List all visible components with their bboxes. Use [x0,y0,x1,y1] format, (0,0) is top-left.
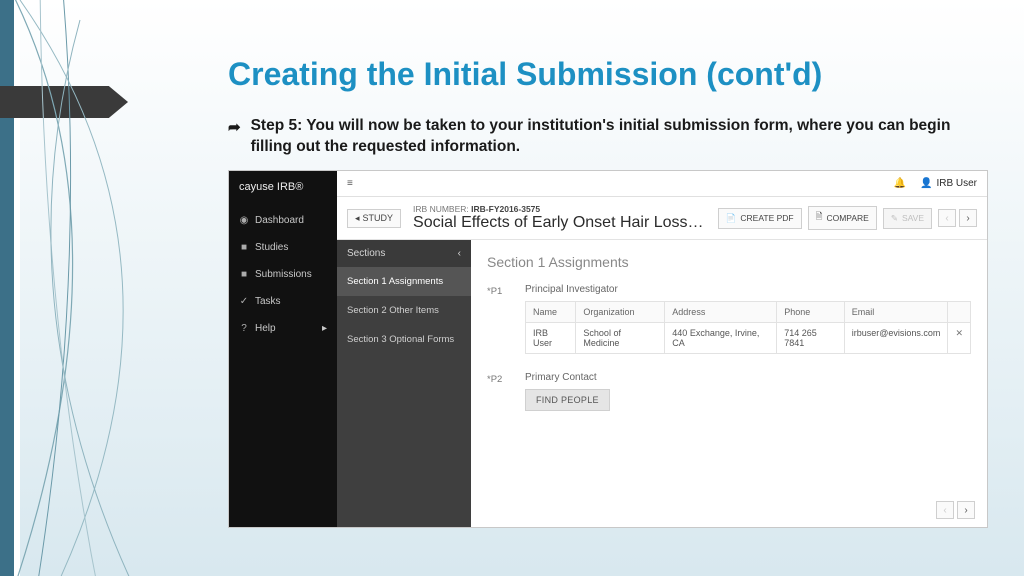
file-icon: 📄 [726,213,737,224]
form-area: Section 1 Assignments *P1 Principal Inve… [471,240,987,527]
col-org: Organization [576,302,665,323]
col-name: Name [526,302,576,323]
create-pdf-label: CREATE PDF [740,213,793,223]
prev-page-button-bottom: ‹ [936,501,954,519]
table-row: IRB User School of Medicine 440 Exchange… [526,323,971,354]
field-label-p1: Principal Investigator [525,284,971,295]
compare-label: COMPARE [826,213,868,223]
compare-button[interactable]: 🗎COMPARE [808,206,877,230]
section-item-3[interactable]: Section 3 Optional Forms [337,325,471,354]
col-remove [948,302,971,323]
slide: Creating the Initial Submission (cont'd)… [0,0,1024,576]
create-pdf-button[interactable]: 📄CREATE PDF [718,208,802,229]
form-title: Section 1 Assignments [487,254,971,270]
irb-number-label: IRB NUMBER: [413,204,469,214]
sidebar-item-help[interactable]: ? Help ▸ [229,315,337,342]
arrow-shape-decor [0,86,128,118]
bullet: ➦ Step 5: You will now be taken to your … [228,116,984,158]
sidebar-label-dashboard: Dashboard [255,215,304,226]
sidebar-item-tasks[interactable]: ✓ Tasks [229,288,337,315]
study-title: Social Effects of Early Onset Hair Loss … [413,214,706,232]
save-label: SAVE [902,213,924,223]
gauge-icon: ◉ [239,215,249,226]
user-icon: 👤 [920,178,932,189]
cell-address: 440 Exchange, Irvine, CA [665,323,777,354]
main-area: ≡ 🔔 👤 IRB User ◂ STUDY IRB NUMBER: [337,171,987,527]
top-strip: ≡ 🔔 👤 IRB User [337,171,987,197]
section-item-2[interactable]: Section 2 Other Items [337,296,471,325]
field-tag-p2: *P2 [487,372,515,411]
app-logo: cayuse IRB® [229,171,337,207]
sidebar-label-submissions: Submissions [255,269,312,280]
section-item-1[interactable]: Section 1 Assignments [337,267,471,296]
field-p1: *P1 Principal Investigator Name Organiza… [487,284,971,354]
irb-number-value: IRB-FY2016-3575 [471,204,540,214]
user-menu[interactable]: 👤 IRB User [920,178,977,189]
bullet-icon: ➦ [228,118,241,138]
cell-phone: 714 265 7841 [777,323,845,354]
find-people-button[interactable]: FIND PEOPLE [525,389,610,411]
study-header: ◂ STUDY IRB NUMBER: IRB-FY2016-3575 Soci… [337,197,987,240]
user-name: IRB User [936,178,977,189]
prev-page-button: ‹ [938,209,956,227]
back-to-study-button[interactable]: ◂ STUDY [347,209,401,228]
bullet-text: Step 5: You will now be taken to your in… [251,116,984,158]
bottom-pager: ‹ › [936,501,975,519]
col-phone: Phone [777,302,845,323]
back-label: STUDY [363,213,394,223]
folder-icon: ■ [239,242,249,253]
sections-panel: Sections ‹ Section 1 Assignments Section… [337,240,471,527]
col-email: Email [844,302,948,323]
save-icon: ✎ [891,213,898,224]
col-address: Address [665,302,777,323]
sidebar-label-tasks: Tasks [255,296,281,307]
field-p2: *P2 Primary Contact FIND PEOPLE [487,372,971,411]
sidebar-item-studies[interactable]: ■ Studies [229,234,337,261]
sidebar-label-help: Help [255,323,276,334]
sidebar-label-studies: Studies [255,242,288,253]
header-pager: ‹ › [938,209,977,227]
field-tag-p1: *P1 [487,284,515,354]
table-header-row: Name Organization Address Phone Email [526,302,971,323]
slide-title: Creating the Initial Submission (cont'd) [228,56,994,93]
next-page-button[interactable]: › [959,209,977,227]
chevron-left-icon: ◂ [355,213,360,224]
sections-label: Sections [347,248,385,259]
sections-header[interactable]: Sections ‹ [337,240,471,267]
cell-email: irbuser@evisions.com [844,323,948,354]
hamburger-icon[interactable]: ≡ [347,178,353,189]
app-screenshot: cayuse IRB® ◉ Dashboard ■ Studies ■ Submiss… [228,170,988,528]
sidebar-item-dashboard[interactable]: ◉ Dashboard [229,207,337,234]
check-icon: ✓ [239,296,249,307]
cell-org: School of Medicine [576,323,665,354]
question-icon: ? [239,323,249,334]
sidebar-item-submissions[interactable]: ■ Submissions [229,261,337,288]
chevron-left-icon: ‹ [458,248,461,259]
header-actions: 📄CREATE PDF 🗎COMPARE ✎ SAVE ‹ › [718,206,977,230]
save-button: ✎ SAVE [883,208,932,229]
remove-row-button[interactable]: ✕ [948,323,971,354]
header-middle: IRB NUMBER: IRB-FY2016-3575 Social Effec… [413,204,706,232]
irb-number: IRB NUMBER: IRB-FY2016-3575 [413,204,706,214]
folder-icon: ■ [239,269,249,280]
next-page-button-bottom[interactable]: › [957,501,975,519]
bell-icon[interactable]: 🔔 [894,178,906,189]
compare-icon: 🗎 [816,211,823,225]
field-label-p2: Primary Contact [525,372,971,383]
cell-name: IRB User [526,323,576,354]
body-row: Sections ‹ Section 1 Assignments Section… [337,240,987,527]
chevron-right-icon: ▸ [322,323,327,334]
sidebar: cayuse IRB® ◉ Dashboard ■ Studies ■ Submiss… [229,171,337,527]
pi-table: Name Organization Address Phone Email [525,301,971,354]
